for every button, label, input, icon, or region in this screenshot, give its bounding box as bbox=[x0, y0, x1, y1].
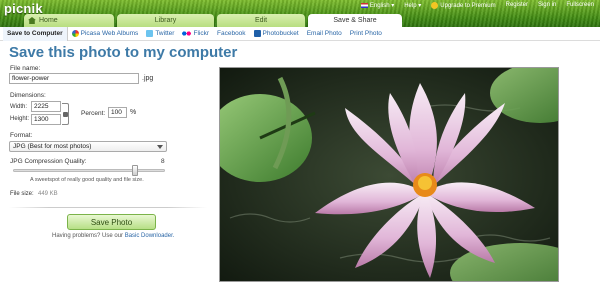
language-menu[interactable]: English ▾ bbox=[360, 2, 394, 9]
width-field[interactable]: 2225 bbox=[31, 101, 61, 112]
format-select-value: JPG (Best for most photos) bbox=[13, 143, 92, 150]
dimensions-label: Dimensions: bbox=[10, 92, 46, 99]
upgrade-link[interactable]: Upgrade to Premium bbox=[431, 2, 496, 9]
home-icon bbox=[28, 17, 36, 24]
file-extension: .jpg bbox=[142, 75, 154, 82]
subtab-twitter-label: Twitter bbox=[155, 30, 175, 37]
flickr-icon bbox=[182, 30, 192, 37]
photo-preview bbox=[219, 67, 559, 282]
height-field[interactable]: 1300 bbox=[31, 114, 61, 125]
file-size-label: File size: bbox=[10, 191, 34, 197]
percent-label: Percent: bbox=[81, 110, 106, 117]
main-tabs: Home Library Edit Save & Share bbox=[24, 14, 402, 27]
save-photo-button[interactable]: Save Photo bbox=[67, 214, 156, 230]
picasa-icon bbox=[71, 30, 79, 37]
quality-value: 8 bbox=[161, 158, 165, 165]
subtab-facebook[interactable]: Facebook bbox=[213, 27, 250, 41]
tab-home-label: Home bbox=[39, 17, 58, 24]
form-divider bbox=[9, 207, 207, 208]
tab-edit[interactable]: Edit bbox=[217, 14, 305, 27]
lock-aspect-icon[interactable] bbox=[62, 103, 69, 125]
help-text: Having problems? Use our Basic Downloade… bbox=[52, 233, 174, 239]
file-size-value: 449 KB bbox=[38, 191, 58, 197]
format-label: Format: bbox=[10, 132, 33, 139]
subtab-email-photo[interactable]: Email Photo bbox=[303, 27, 346, 41]
share-subtabs: Save to Computer Picasa Web Albums Twitt… bbox=[0, 26, 600, 41]
flag-icon bbox=[360, 2, 368, 8]
quality-slider[interactable] bbox=[13, 169, 165, 172]
help-menu[interactable]: Help ▾ bbox=[404, 2, 421, 9]
register-link[interactable]: Register bbox=[506, 2, 528, 9]
water-lily-image bbox=[220, 68, 558, 281]
top-links: English ▾ Help ▾ Upgrade to Premium Regi… bbox=[360, 2, 594, 9]
help-text-label: Having problems? Use our bbox=[52, 233, 124, 239]
file-name-label: File name: bbox=[10, 65, 41, 72]
file-name-field[interactable]: flower-power bbox=[9, 73, 139, 84]
sign-in-link[interactable]: Sign in bbox=[538, 2, 556, 9]
app-header: picnik English ▾ Help ▾ Upgrade to Premi… bbox=[0, 0, 600, 27]
subtab-flickr[interactable]: Flickr bbox=[178, 27, 213, 41]
chevron-down-icon bbox=[157, 145, 163, 149]
basic-downloader-link[interactable]: Basic Downloader. bbox=[125, 233, 175, 239]
subtab-print-photo[interactable]: Print Photo bbox=[346, 27, 386, 41]
premium-icon bbox=[431, 2, 439, 9]
percent-symbol: % bbox=[130, 109, 137, 116]
height-label: Height: bbox=[10, 116, 30, 122]
subtab-picasa-label: Picasa Web Albums bbox=[80, 30, 139, 37]
twitter-icon bbox=[146, 30, 154, 37]
tab-home[interactable]: Home bbox=[24, 14, 114, 27]
page-title: Save this photo to my computer bbox=[9, 44, 238, 61]
quality-slider-handle[interactable] bbox=[131, 165, 138, 176]
photobucket-icon bbox=[253, 30, 261, 37]
fullscreen-link[interactable]: Fullscreen bbox=[566, 2, 594, 9]
tab-library[interactable]: Library bbox=[117, 14, 214, 27]
subtab-picasa[interactable]: Picasa Web Albums bbox=[68, 27, 143, 41]
quality-label: JPG Compression Quality: bbox=[10, 158, 87, 165]
percent-field[interactable]: 100 bbox=[108, 107, 127, 118]
tab-save-share[interactable]: Save & Share bbox=[308, 14, 402, 27]
format-select[interactable]: JPG (Best for most photos) bbox=[9, 141, 167, 152]
subtab-flickr-label: Flickr bbox=[193, 30, 209, 37]
subtab-save-to-computer[interactable]: Save to Computer bbox=[3, 26, 68, 41]
quality-hint: A sweetspot of really good quality and f… bbox=[30, 177, 144, 183]
width-label: Width: bbox=[10, 104, 28, 110]
subtab-twitter[interactable]: Twitter bbox=[142, 27, 178, 41]
subtab-photobucket[interactable]: Photobucket bbox=[250, 27, 303, 41]
subtab-photobucket-label: Photobucket bbox=[262, 30, 299, 37]
